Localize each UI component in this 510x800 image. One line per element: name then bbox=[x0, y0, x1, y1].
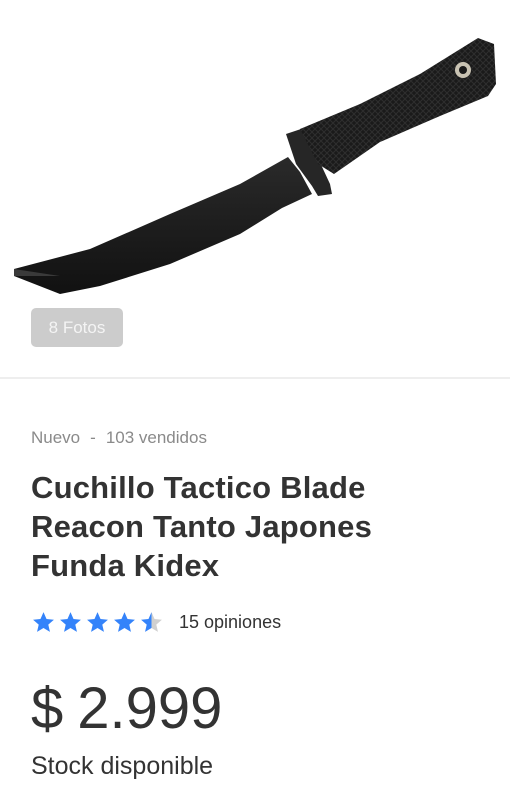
product-title: Cuchillo Tactico Blade Reacon Tanto Japo… bbox=[31, 470, 373, 583]
separator: - bbox=[90, 428, 96, 447]
stock-status: Stock disponible bbox=[31, 752, 214, 780]
product-gallery[interactable]: 8 Fotos bbox=[0, 0, 510, 378]
star-icon bbox=[114, 612, 135, 632]
currency-symbol: $ bbox=[31, 676, 64, 741]
product-subtitle: Nuevo - 103 vendidos bbox=[31, 428, 207, 448]
sold-count: 103 vendidos bbox=[105, 428, 207, 447]
star-icon bbox=[60, 612, 81, 632]
rating-summary[interactable]: 15 opiniones bbox=[31, 610, 281, 635]
star-icon bbox=[87, 612, 108, 632]
price-amount: 2.999 bbox=[77, 676, 223, 741]
knife-product-image[interactable] bbox=[0, 24, 510, 314]
star-icon bbox=[141, 612, 162, 632]
divider bbox=[0, 377, 510, 379]
photos-count-badge[interactable]: 8 Fotos bbox=[31, 308, 123, 347]
rating-stars bbox=[31, 610, 164, 635]
condition-label: Nuevo bbox=[31, 428, 81, 447]
star-icon bbox=[33, 612, 54, 632]
reviews-link[interactable]: 15 opiniones bbox=[179, 612, 281, 633]
price: $ 2.999 bbox=[31, 675, 222, 742]
